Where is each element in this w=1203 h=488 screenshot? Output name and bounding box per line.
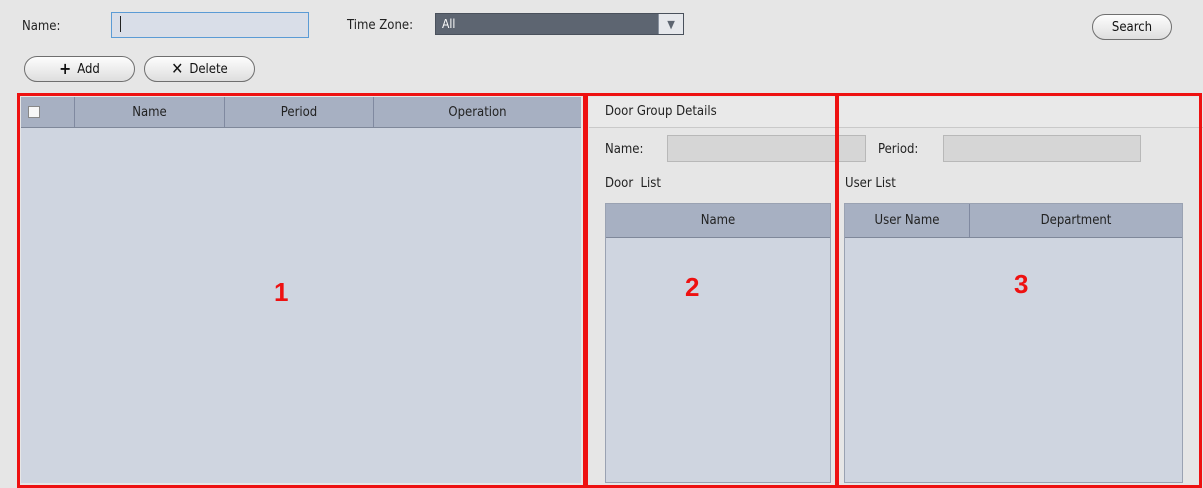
door-list-header: Name [606,204,830,238]
user-list-label: User List [845,176,896,191]
column-header-period[interactable]: Period [225,97,374,127]
select-all-checkbox[interactable] [28,106,40,118]
time-zone-select[interactable]: All ▼ [435,13,684,35]
select-all-cell [21,97,75,127]
annotation-label-2: 2 [685,272,700,302]
user-list-header: User Name Department [845,204,1182,238]
column-header-user-name[interactable]: User Name [845,204,970,237]
door-list-table: Name [605,203,831,483]
details-period-label: Period: [878,142,919,157]
user-list-table: User Name Department [844,203,1183,483]
door-group-table: Name Period Operation [21,97,581,483]
door-group-table-header: Name Period Operation [21,97,581,128]
column-header-door-name[interactable]: Name [606,204,830,237]
details-name-field[interactable] [667,135,866,162]
text-caret [120,16,121,32]
chevron-down-icon[interactable]: ▼ [658,14,683,34]
annotation-label-1: 1 [274,277,289,307]
door-list-label: Door List [605,176,661,191]
plus-icon: + [59,59,72,78]
search-button[interactable]: Search [1092,14,1172,40]
delete-button-label: Delete [189,61,228,77]
column-header-operation[interactable]: Operation [374,97,581,127]
add-button[interactable]: + Add [24,56,135,82]
time-zone-selected-value: All [442,17,456,31]
column-header-name[interactable]: Name [75,97,225,127]
search-button-label: Search [1111,19,1153,35]
details-period-field[interactable] [943,135,1141,162]
details-name-label: Name: [605,142,644,157]
column-header-department[interactable]: Department [970,204,1182,237]
x-icon: ✕ [171,59,184,78]
add-button-label: Add [77,61,100,77]
time-zone-label: Time Zone: [347,18,414,33]
annotation-label-3: 3 [1014,269,1029,299]
name-filter-label: Name: [22,19,61,34]
name-filter-input[interactable] [111,12,309,38]
details-title: Door Group Details [605,104,717,119]
delete-button[interactable]: ✕ Delete [144,56,255,82]
